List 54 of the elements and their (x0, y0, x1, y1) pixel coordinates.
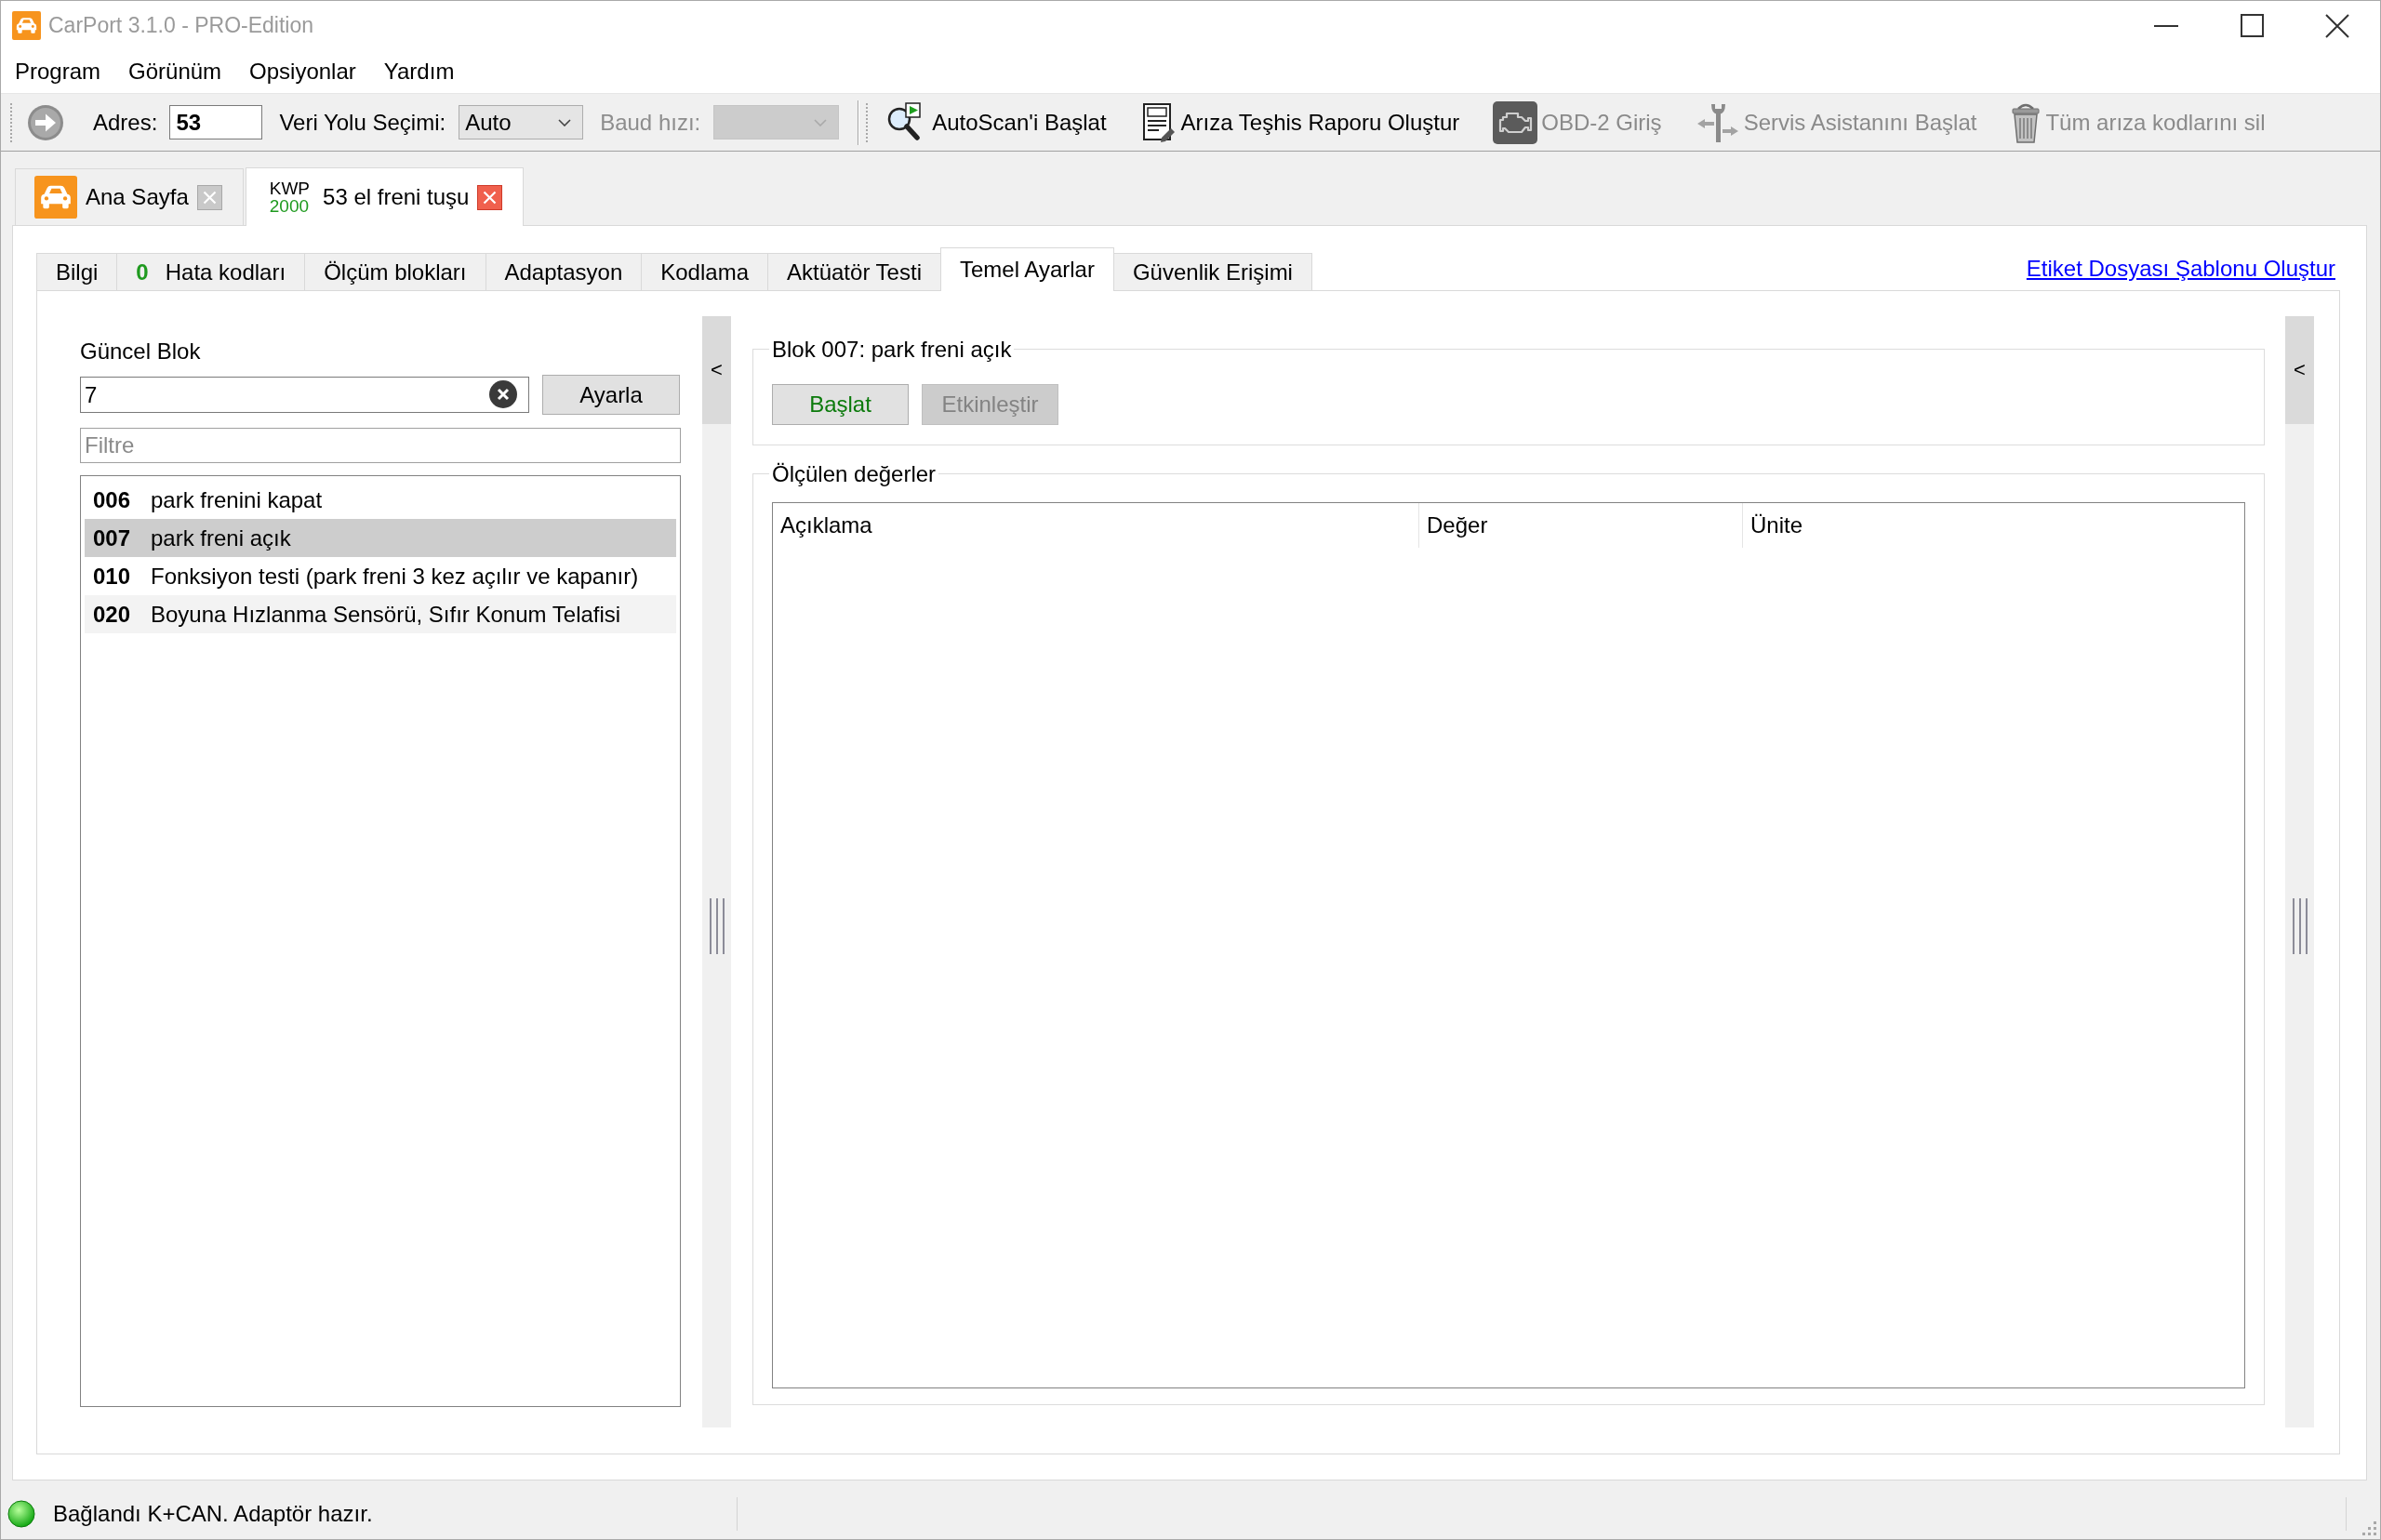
filter-field[interactable]: Filtre (80, 428, 681, 463)
arrow-right-icon[interactable] (27, 103, 64, 141)
menu-item[interactable]: Program (1, 53, 115, 90)
chevron-down-icon (558, 118, 572, 126)
window-title: CarPort 3.1.0 - PRO-Edition (48, 13, 314, 38)
module-tab[interactable]: Adaptasyon (485, 253, 643, 290)
address-label: Adres: (93, 109, 158, 136)
menu-item[interactable]: Görünüm (114, 53, 236, 90)
toolbar-button[interactable]: AutoScan'i Başlat (882, 97, 1111, 148)
splitter[interactable]: < (2285, 316, 2314, 1427)
document-tab[interactable]: Ana Sayfa (15, 168, 244, 225)
menu-item[interactable]: Opsiyonlar (235, 53, 370, 90)
minimize-icon (2154, 24, 2178, 27)
car-icon (34, 176, 77, 219)
chevron-down-icon (814, 118, 828, 126)
block-list-item[interactable]: 007 park freni açık (85, 519, 676, 557)
column-header: Değer (1419, 503, 1743, 548)
module-tab[interactable]: Kodlama (641, 253, 768, 290)
address-field[interactable]: 53 (169, 105, 263, 139)
toolbar-button[interactable]: Arıza Teşhis Raporu Oluştur (1136, 97, 1464, 148)
protocol-label: KWP 2000 (269, 179, 311, 215)
status-text: Bağlandı K+CAN. Adaptör hazır. (53, 1500, 373, 1527)
baud-label: Baud hızı: (600, 109, 701, 136)
current-block-label: Güncel Blok (80, 339, 201, 364)
app-logo-icon (12, 11, 41, 40)
module-tab[interactable]: Ölçüm blokları (304, 253, 486, 290)
action-button[interactable]: Başlat (772, 384, 909, 425)
module-tab[interactable]: 0 Hata kodları (116, 253, 306, 290)
set-button[interactable]: Ayarla (542, 375, 680, 415)
clear-icon[interactable] (489, 380, 517, 408)
grip-icon (708, 897, 725, 954)
maximize-icon (2240, 14, 2264, 37)
module-tab[interactable]: Güvenlik Erişimi (1112, 253, 1312, 290)
module-tab[interactable]: Bilgi (36, 253, 118, 290)
column-header: Açıklama (773, 503, 1419, 548)
close-icon[interactable] (477, 184, 503, 210)
collapse-button[interactable]: < (2285, 316, 2314, 424)
template-link[interactable]: Etiket Dosyası Şablonu Oluştur (2026, 256, 2335, 282)
bus-label: Veri Yolu Seçimi: (279, 109, 446, 136)
close-icon (2325, 13, 2349, 38)
block-number-field[interactable]: 7 (80, 377, 529, 413)
engine-icon (1493, 100, 1538, 144)
splitter[interactable]: < (702, 316, 731, 1427)
collapse-button[interactable]: < (702, 316, 731, 424)
column-header: Ünite (1749, 511, 1804, 539)
group-title: Blok 007: park freni açık (771, 337, 1013, 362)
module-tab[interactable]: Temel Ayarlar (939, 247, 1114, 291)
menu-item[interactable]: Yardım (369, 53, 469, 90)
block-list-item[interactable]: 020 Boyuna Hızlanma Sensörü, Sıfır Konum Telafisi (85, 595, 676, 633)
grip-icon (2291, 897, 2308, 954)
module-tab[interactable]: Aktüatör Testi (767, 253, 941, 290)
grip-icon (9, 101, 15, 143)
group-title: Ölçülen değerler (771, 461, 938, 486)
bus-select[interactable]: Auto (459, 105, 584, 139)
